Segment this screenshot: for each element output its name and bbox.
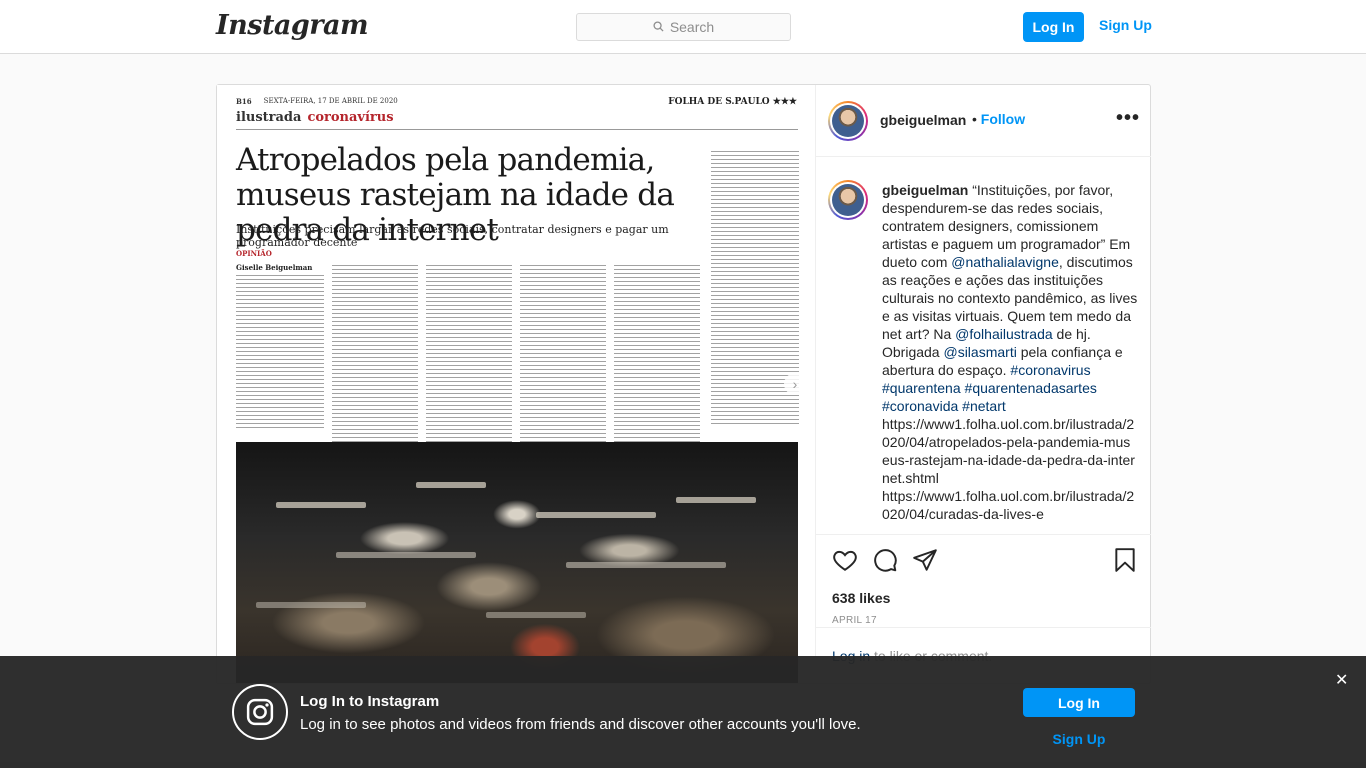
mention-link[interactable]: @silasmarti [943, 344, 1016, 360]
hashtag-link[interactable]: #coronavirus [1010, 362, 1090, 378]
chevron-right-icon[interactable]: › [784, 373, 806, 395]
login-banner: Log In to Instagram Log in to see photos… [0, 656, 1366, 768]
search-input[interactable]: Search [576, 13, 791, 41]
caption-url: https://www1.folha.uol.com.br/ilustrada/… [882, 488, 1135, 522]
banner-text: Log in to see photos and videos from fri… [300, 716, 861, 733]
photo-streak [676, 497, 756, 503]
avatar[interactable] [828, 180, 868, 220]
avatar[interactable] [828, 101, 868, 141]
newspaper-column [426, 265, 512, 450]
post-date[interactable]: APRIL 17 [832, 615, 877, 626]
close-icon[interactable]: ✕ [1335, 670, 1348, 690]
photo-streak [566, 562, 726, 568]
signup-link[interactable]: Sign Up [1099, 17, 1152, 33]
post-card: B16 SEXTA-FEIRA, 17 DE ABRIL DE 2020 FOL… [216, 84, 1151, 684]
newspaper-section: ilustrada coronavírus [236, 110, 394, 125]
follow-button[interactable]: • Follow [972, 111, 1025, 127]
photo-streak [416, 482, 486, 488]
banner-signup-link[interactable]: Sign Up [1023, 731, 1135, 747]
newspaper-photo [236, 442, 798, 683]
follow-label: Follow [980, 111, 1026, 127]
post-header: gbeiguelman • Follow ••• [816, 85, 1151, 157]
caption-url: https://www1.folha.uol.com.br/ilustrada/… [882, 416, 1135, 486]
instagram-logo[interactable]: Instagram [216, 10, 369, 41]
caption-username[interactable]: gbeiguelman [882, 182, 968, 198]
search-icon [653, 19, 664, 35]
newspaper-column [236, 275, 324, 430]
mention-link[interactable]: @folhailustrada [955, 326, 1053, 342]
newspaper-rule [236, 129, 798, 130]
heart-icon[interactable] [832, 547, 858, 573]
newspaper-section-tag: coronavírus [307, 110, 394, 125]
newspaper-page: B16 [236, 97, 252, 106]
share-icon[interactable] [912, 547, 938, 573]
hashtag-link[interactable]: #netart [962, 398, 1006, 414]
newspaper-column [614, 265, 700, 450]
banner-login-button[interactable]: Log In [1023, 688, 1135, 717]
hashtag-link[interactable]: #quarentena [882, 380, 961, 396]
photo-streak [336, 552, 476, 558]
newspaper-author: Giselle Beiguelman [236, 263, 313, 272]
instagram-icon [232, 684, 288, 740]
photo-streak [486, 612, 586, 618]
top-navigation-bar: Instagram Search Log In Sign Up [0, 0, 1366, 54]
newspaper-brand: FOLHA DE S.PAULO ★★★ [668, 97, 797, 107]
newspaper-column [332, 265, 418, 450]
caption-area: gbeiguelman “Instituições, por favor, de… [816, 158, 1151, 534]
newspaper-opinion-label: OPINIÃO [236, 249, 272, 258]
newspaper-column [520, 265, 606, 450]
post-image[interactable]: B16 SEXTA-FEIRA, 17 DE ABRIL DE 2020 FOL… [217, 85, 816, 683]
post-actions: 638 likes APRIL 17 [816, 534, 1151, 634]
login-button[interactable]: Log In [1023, 12, 1084, 42]
comment-icon[interactable] [872, 547, 898, 573]
likes-count[interactable]: 638 likes [832, 590, 890, 606]
post-username[interactable]: gbeiguelman [880, 112, 966, 128]
search-placeholder: Search [669, 19, 715, 35]
post-sidebar: gbeiguelman • Follow ••• gbeiguelman “In… [816, 85, 1151, 683]
mention-link[interactable]: @nathalialavigne [951, 254, 1059, 270]
follow-separator: • [972, 111, 977, 127]
newspaper-date: SEXTA-FEIRA, 17 DE ABRIL DE 2020 [263, 97, 398, 105]
photo-streak [256, 602, 366, 608]
more-icon[interactable]: ••• [1116, 107, 1140, 130]
hashtag-link[interactable]: #quarentenadasartes [965, 380, 1097, 396]
newspaper-section-name: ilustrada [236, 110, 302, 125]
photo-streak [276, 502, 366, 508]
banner-title: Log In to Instagram [300, 693, 440, 710]
hashtag-link[interactable]: #coronavida [882, 398, 958, 414]
bookmark-icon[interactable] [1112, 547, 1138, 573]
post-caption: gbeiguelman “Instituições, por favor, de… [882, 181, 1138, 523]
photo-streak [536, 512, 656, 518]
